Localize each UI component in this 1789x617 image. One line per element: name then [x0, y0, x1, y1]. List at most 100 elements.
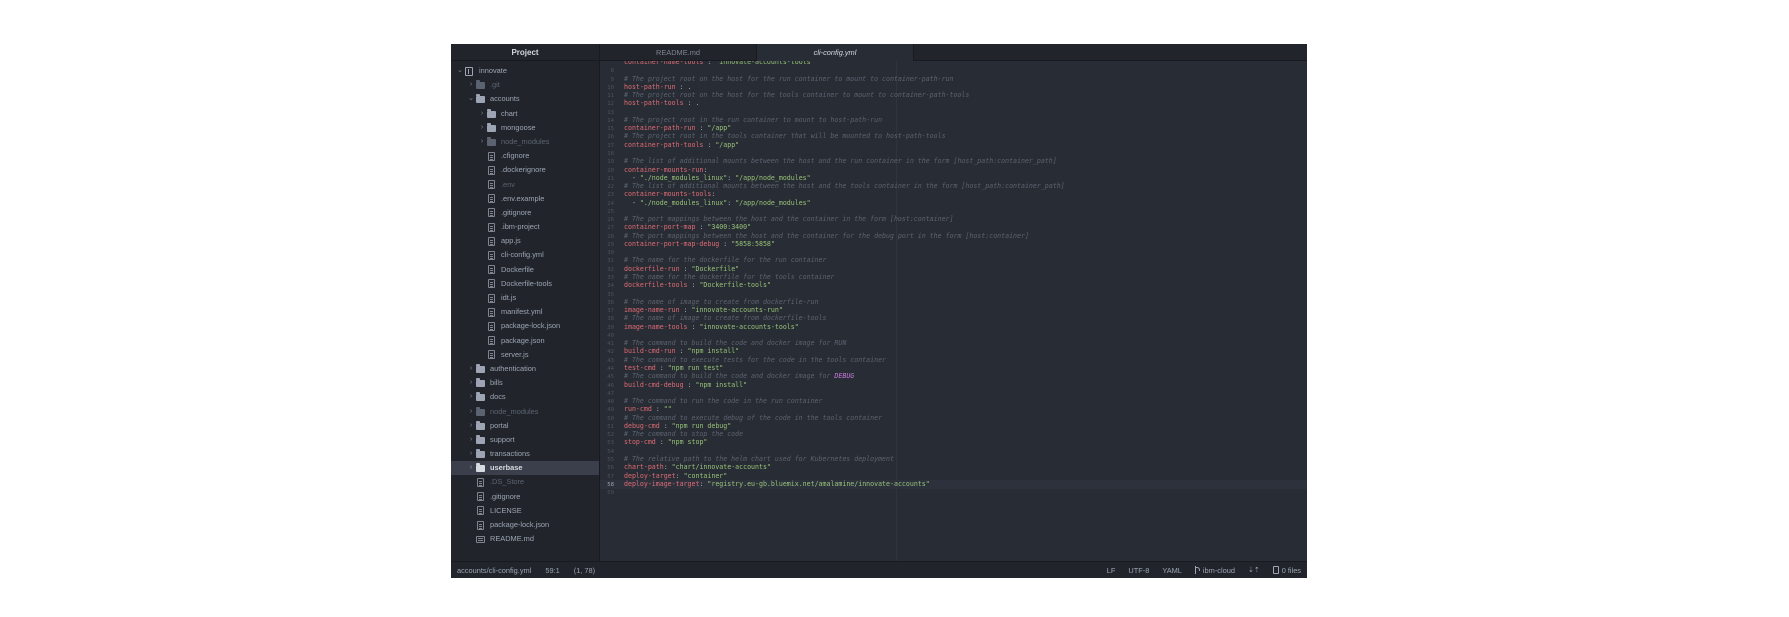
code-line[interactable]: 59	[600, 488, 1307, 498]
folder-icon	[476, 80, 485, 90]
tree-folder[interactable]: ⌄ accounts	[451, 92, 599, 106]
status-files-label: 0 files	[1281, 565, 1301, 575]
tree-file[interactable]: ›idt.js	[451, 291, 599, 305]
file-icon	[488, 336, 495, 346]
tree-file[interactable]: ›LICENSE	[451, 504, 599, 518]
tree-file[interactable]: ›.gitignore	[451, 206, 599, 220]
code-token: host-path-run	[624, 82, 676, 91]
tree-item-label: .cfignore	[501, 151, 530, 161]
project-sidebar: Project ⌄ innovate › .git ⌄ accounts › chart › mo…	[451, 44, 600, 561]
tree-file[interactable]: ›.cfignore	[451, 149, 599, 163]
tree-folder[interactable]: › bills	[451, 376, 599, 390]
code-token: :	[655, 363, 668, 372]
tree-folder[interactable]: › transactions	[451, 447, 599, 461]
tree-file[interactable]: ›.dockerignore	[451, 163, 599, 177]
tree-folder[interactable]: › node_modules	[451, 135, 599, 149]
tree-folder[interactable]: › portal	[451, 419, 599, 433]
tree-item-label: node_modules	[490, 406, 539, 416]
code-token: :	[695, 124, 708, 133]
tree-item-label: package-lock.json	[501, 321, 561, 331]
tree-folder[interactable]: › mongoose	[451, 121, 599, 135]
code-token: run-cmd	[624, 405, 652, 414]
tree-file[interactable]: ›package-lock.json	[451, 319, 599, 333]
status-selection-count[interactable]: (1, 78)	[574, 566, 595, 575]
fetch-arrows-icon[interactable]: ⇣⇡	[1248, 566, 1260, 574]
file-icon	[488, 251, 495, 261]
tree-file[interactable]: ›manifest.yml	[451, 305, 599, 319]
status-encoding[interactable]: UTF-8	[1128, 566, 1149, 575]
tree-file[interactable]: ›server.js	[451, 348, 599, 362]
tree-folder[interactable]: › authentication	[451, 362, 599, 376]
tree-file[interactable]: ›package.json	[451, 334, 599, 348]
code-token: container-name-tools	[624, 61, 704, 66]
status-branch[interactable]: ibm-cloud	[1194, 565, 1235, 575]
tree-file[interactable]: ›README.md	[451, 532, 599, 546]
code-token: "Dockerfile-tools"	[699, 281, 771, 290]
tree-file[interactable]: ›cli-config.yml	[451, 248, 599, 262]
tree-file[interactable]: ›package-lock.json	[451, 518, 599, 532]
code-token: "/app"	[707, 124, 732, 133]
code-token: # The project root on the host for the r…	[624, 74, 954, 83]
tree-folder[interactable]: › docs	[451, 390, 599, 404]
tree-item-label: .gitignore	[501, 207, 532, 217]
tab-readme-md[interactable]: README.md	[600, 44, 757, 61]
chevron-right-icon: ›	[469, 464, 473, 472]
tree-file[interactable]: ›Dockerfile-tools	[451, 277, 599, 291]
status-files[interactable]: 0 files	[1272, 565, 1301, 575]
code-token: "chart/innovate-accounts"	[671, 463, 771, 472]
tree-item-label: .env.example	[501, 193, 545, 203]
tree-folder[interactable]: › userbase	[451, 461, 599, 476]
tree-folder[interactable]: › chart	[451, 107, 599, 121]
code-token: # The port mappings between the host and…	[624, 215, 954, 224]
tree-item-label: .git	[490, 80, 500, 90]
code-token: "npm run debug"	[671, 421, 732, 430]
chevron-right-icon: ›	[469, 379, 473, 387]
code-token: deploy-target	[624, 471, 676, 480]
code-token: # The project root in the run container …	[624, 115, 883, 124]
tree-folder[interactable]: › .git	[451, 78, 599, 92]
tree-file[interactable]: ›app.js	[451, 234, 599, 248]
tree-file[interactable]: ›Dockerfile	[451, 263, 599, 277]
status-branch-label: ibm-cloud	[1202, 565, 1235, 575]
tree-file[interactable]: ›.ibm-project	[451, 220, 599, 234]
folder-icon	[476, 378, 485, 388]
folder-icon	[476, 420, 485, 430]
sidebar-title[interactable]: Project	[451, 44, 599, 61]
status-file-path[interactable]: accounts/cli-config.yml	[457, 566, 531, 575]
code-token: # The list of additional mounts between …	[624, 157, 1057, 166]
book-icon	[476, 536, 485, 544]
code-token: "npm run test"	[667, 363, 724, 372]
tree-file[interactable]: ›.gitignore	[451, 490, 599, 504]
tree-folder[interactable]: › node_modules	[451, 405, 599, 419]
file-icon	[477, 520, 484, 530]
tree-file[interactable]: ›.DS_Store	[451, 475, 599, 489]
tree-file[interactable]: ›.env.example	[451, 192, 599, 206]
tree-item-label: support	[490, 434, 515, 444]
tree-item-label: package-lock.json	[490, 520, 550, 529]
tree-item-label: README.md	[490, 534, 534, 544]
tree-item-label: accounts	[490, 94, 520, 104]
editor-window: Project ⌄ innovate › .git ⌄ accounts › chart › mo…	[451, 44, 1307, 578]
code-editor[interactable]: container-name-tools : "innovate-account…	[600, 61, 1307, 561]
repo-icon	[465, 66, 473, 76]
code-token: # The list of additional mounts between …	[624, 182, 1065, 191]
chevron-down-icon: ⌄	[457, 67, 463, 74]
tree-folder[interactable]: ⌄ innovate	[451, 64, 599, 78]
code-token: host-path-tools	[624, 99, 684, 108]
tree-folder[interactable]: › support	[451, 433, 599, 447]
code-token: : .	[675, 82, 692, 91]
code-token: # The name for the dockerfile for the to…	[624, 273, 835, 282]
tree-item-label: .DS_Store	[490, 477, 525, 487]
status-cursor-position[interactable]: 59:1	[545, 566, 559, 575]
file-icon	[488, 222, 495, 232]
tree-item-label: package.json	[501, 335, 545, 345]
status-grammar[interactable]: YAML	[1162, 566, 1182, 575]
chevron-right-icon: ›	[469, 407, 473, 415]
folder-icon	[476, 449, 485, 459]
tab-cli-config-yml[interactable]: cli-config.yml	[757, 44, 914, 61]
code-token: container-mounts-run	[624, 165, 704, 174]
code-token: :	[679, 306, 692, 315]
folder-icon	[476, 434, 485, 444]
status-line-ending[interactable]: LF	[1107, 566, 1116, 575]
tree-file[interactable]: ›.env	[451, 178, 599, 192]
